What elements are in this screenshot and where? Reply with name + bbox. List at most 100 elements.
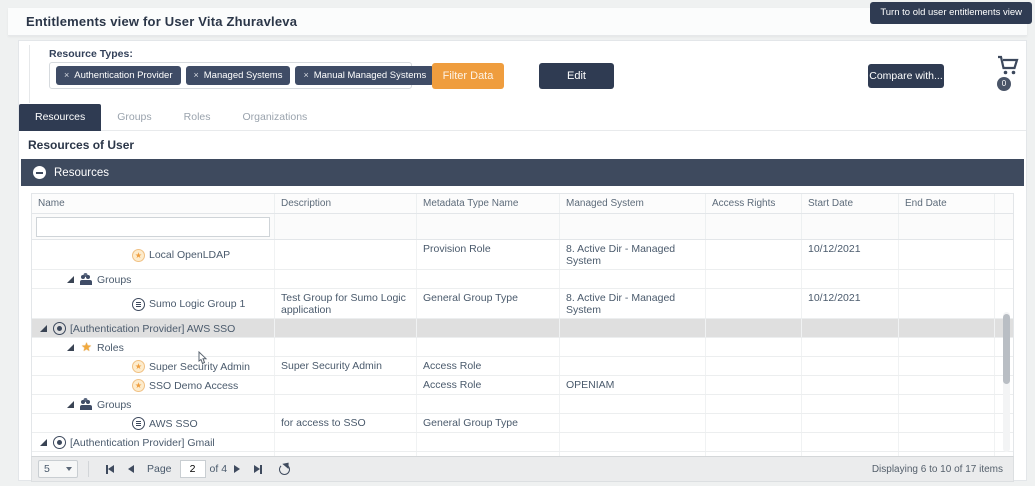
cell-start-date <box>802 395 899 413</box>
cell-managed-system <box>560 319 706 337</box>
page-of-label: of 4 <box>210 463 228 475</box>
table-row[interactable]: Groups <box>32 395 1013 414</box>
table-row[interactable]: SSO Demo AccessAccess RoleOPENIAM <box>32 376 1013 395</box>
cell-start-date <box>802 270 899 288</box>
tree-expand-icon[interactable] <box>40 325 47 332</box>
prev-page-button[interactable] <box>128 465 134 473</box>
tab-groups[interactable]: Groups <box>101 104 167 131</box>
tag-managed-systems[interactable]: ×Managed Systems <box>186 66 291 85</box>
cell-name: Groups <box>32 270 275 288</box>
cell-description: Test Group for Sumo Logic application <box>275 289 417 318</box>
page-number-input[interactable] <box>180 460 206 478</box>
tag-close-icon[interactable]: × <box>194 70 199 80</box>
table-filter-row <box>32 214 1013 240</box>
cell-name: [Authentication Provider] AWS SSO <box>32 319 275 337</box>
cell-access-rights <box>706 319 802 337</box>
col-header-metadata-type[interactable]: Metadata Type Name <box>417 194 560 213</box>
auth-provider-icon <box>53 436 66 449</box>
cell-metadata-type: Access Role <box>417 357 560 375</box>
page-size-select[interactable]: 5 <box>38 460 78 478</box>
tag-authentication-provider[interactable]: ×Authentication Provider <box>56 66 181 85</box>
col-header-name[interactable]: Name <box>32 194 275 213</box>
resource-types-multiselect[interactable]: ×Authentication Provider ×Managed System… <box>49 62 412 89</box>
panel-title: Resources <box>54 167 109 179</box>
cell-access-rights <box>706 240 802 269</box>
first-page-button[interactable] <box>106 465 114 474</box>
page-size-value: 5 <box>44 463 50 475</box>
cell-managed-system: OPENIAM <box>560 376 706 394</box>
name-filter-input[interactable] <box>36 217 270 237</box>
collapse-minus-icon[interactable] <box>33 166 46 179</box>
table-body: Local OpenLDAPProvision Role8. Active Di… <box>32 240 1013 456</box>
row-name-label: [Authentication Provider] Gmail <box>70 437 215 449</box>
cell-access-rights <box>706 376 802 394</box>
cell-metadata-type: General Group Type <box>417 289 560 318</box>
refresh-icon[interactable] <box>279 464 290 475</box>
cell-name: Roles <box>32 338 275 356</box>
cell-start-date <box>802 433 899 451</box>
cell-end-date <box>899 395 995 413</box>
edit-button[interactable]: Edit <box>539 63 614 89</box>
table-row[interactable]: Groups <box>32 270 1013 289</box>
col-header-end-date[interactable]: End Date <box>899 194 995 213</box>
table-row[interactable]: [Authentication Provider] AWS SSO <box>32 319 1013 338</box>
tag-close-icon[interactable]: × <box>64 70 69 80</box>
table-header-row: Name Description Metadata Type Name Mana… <box>32 194 1013 214</box>
resources-panel-header[interactable]: Resources <box>21 159 1024 186</box>
cell-description <box>275 319 417 337</box>
cell-access-rights <box>706 270 802 288</box>
cell-description: Super Security Admin <box>275 357 417 375</box>
cell-access-rights <box>706 338 802 356</box>
tree-expand-icon[interactable] <box>40 439 47 446</box>
old-entitlements-view-button[interactable]: Turn to old user entitlements view <box>870 2 1032 24</box>
filter-data-button[interactable]: Filter Data <box>432 63 504 89</box>
cell-metadata-type <box>417 338 560 356</box>
scrollbar-thumb[interactable] <box>1003 314 1010 384</box>
vertical-scrollbar[interactable] <box>1003 312 1010 452</box>
cell-start-date <box>802 319 899 337</box>
cart-icon[interactable]: 0 <box>996 55 1026 91</box>
cell-end-date <box>899 240 995 269</box>
clear-all-icon[interactable]: × <box>397 69 403 80</box>
tab-organizations[interactable]: Organizations <box>227 104 324 131</box>
table-row[interactable]: AWS SSOfor access to SSOGeneral Group Ty… <box>32 414 1013 433</box>
table-row[interactable]: Roles <box>32 338 1013 357</box>
col-header-access-rights[interactable]: Access Rights <box>706 194 802 213</box>
compare-with-button[interactable]: Compare with... <box>868 64 944 88</box>
cell-start-date <box>802 338 899 356</box>
tag-close-icon[interactable]: × <box>303 70 308 80</box>
row-name-label: AWS SSO <box>149 418 198 430</box>
cell-name: AWS SSO <box>32 414 275 432</box>
table-row[interactable]: Super Security AdminSuper Security Admin… <box>32 357 1013 376</box>
table-row[interactable]: [Authentication Provider] Gmail <box>32 433 1013 452</box>
table-row[interactable]: Sumo Logic Group 1Test Group for Sumo Lo… <box>32 289 1013 319</box>
roles-folder-icon <box>80 341 93 354</box>
last-page-button[interactable] <box>254 465 262 474</box>
tab-resources[interactable]: Resources <box>19 104 101 131</box>
col-header-description[interactable]: Description <box>275 194 417 213</box>
row-name-label: Local OpenLDAP <box>149 249 230 261</box>
shopping-cart-icon <box>996 55 1020 77</box>
cell-name: Local OpenLDAP <box>32 240 275 269</box>
tree-expand-icon[interactable] <box>67 344 74 351</box>
cell-description: for access to SSO <box>275 414 417 432</box>
cell-name: [Authentication Provider] Gmail <box>32 433 275 451</box>
cell-managed-system <box>560 395 706 413</box>
cell-description <box>275 433 417 451</box>
resource-types-label: Resource Types: <box>49 48 133 60</box>
col-header-start-date[interactable]: Start Date <box>802 194 899 213</box>
cell-description <box>275 240 417 269</box>
tab-roles[interactable]: Roles <box>168 104 227 131</box>
tab-bar: Resources Groups Roles Organizations <box>19 104 1026 131</box>
col-header-managed-system[interactable]: Managed System <box>560 194 706 213</box>
cell-access-rights <box>706 289 802 318</box>
tree-expand-icon[interactable] <box>67 276 74 283</box>
section-heading: Resources of User <box>28 138 134 152</box>
tree-expand-icon[interactable] <box>67 401 74 408</box>
next-page-button[interactable] <box>234 465 240 473</box>
tag-manual-managed-systems[interactable]: ×Manual Managed Systems <box>295 66 434 85</box>
cell-managed-system <box>560 357 706 375</box>
row-name-label: Roles <box>97 342 124 354</box>
table-row[interactable]: Local OpenLDAPProvision Role8. Active Di… <box>32 240 1013 270</box>
cell-managed-system <box>560 338 706 356</box>
